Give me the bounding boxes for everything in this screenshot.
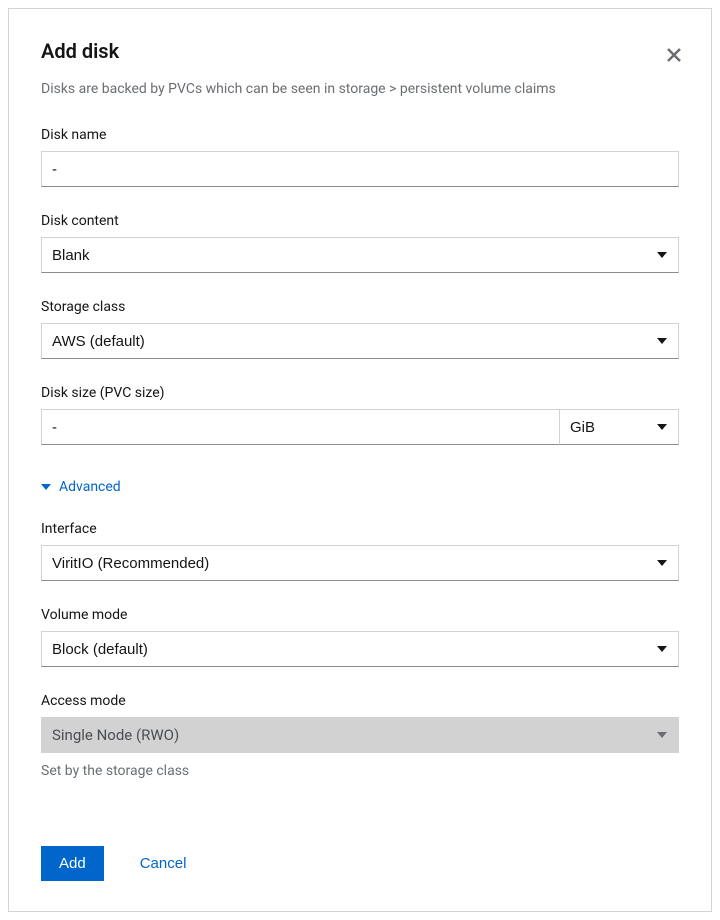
storage-class-select[interactable]: AWS (default) (41, 323, 679, 359)
add-button[interactable]: Add (41, 846, 104, 881)
interface-select[interactable]: ViritIO (Recommended) (41, 545, 679, 581)
cancel-button[interactable]: Cancel (140, 855, 187, 872)
access-mode-label: Access mode (41, 693, 679, 709)
disk-size-label: Disk size (PVC size) (41, 385, 679, 401)
chevron-down-icon (41, 484, 51, 490)
advanced-toggle[interactable]: Advanced (41, 479, 679, 495)
disk-content-label: Disk content (41, 213, 679, 229)
interface-label: Interface (41, 521, 679, 537)
modal-title: Add disk (41, 39, 679, 63)
close-icon[interactable] (667, 45, 681, 65)
modal-description: Disks are backed by PVCs which can be se… (41, 81, 679, 97)
disk-name-input[interactable] (41, 151, 679, 187)
disk-size-unit-select[interactable]: GiB (559, 409, 679, 445)
storage-class-label: Storage class (41, 299, 679, 315)
disk-content-select[interactable]: Blank (41, 237, 679, 273)
volume-mode-label: Volume mode (41, 607, 679, 623)
disk-name-label: Disk name (41, 127, 679, 143)
access-mode-select: Single Node (RWO) (41, 717, 679, 753)
volume-mode-select[interactable]: Block (default) (41, 631, 679, 667)
add-disk-modal: Add disk Disks are backed by PVCs which … (8, 8, 712, 912)
access-mode-helper: Set by the storage class (41, 763, 679, 779)
advanced-label: Advanced (59, 479, 121, 495)
modal-footer: Add Cancel (41, 826, 679, 881)
disk-size-input[interactable] (41, 409, 559, 445)
